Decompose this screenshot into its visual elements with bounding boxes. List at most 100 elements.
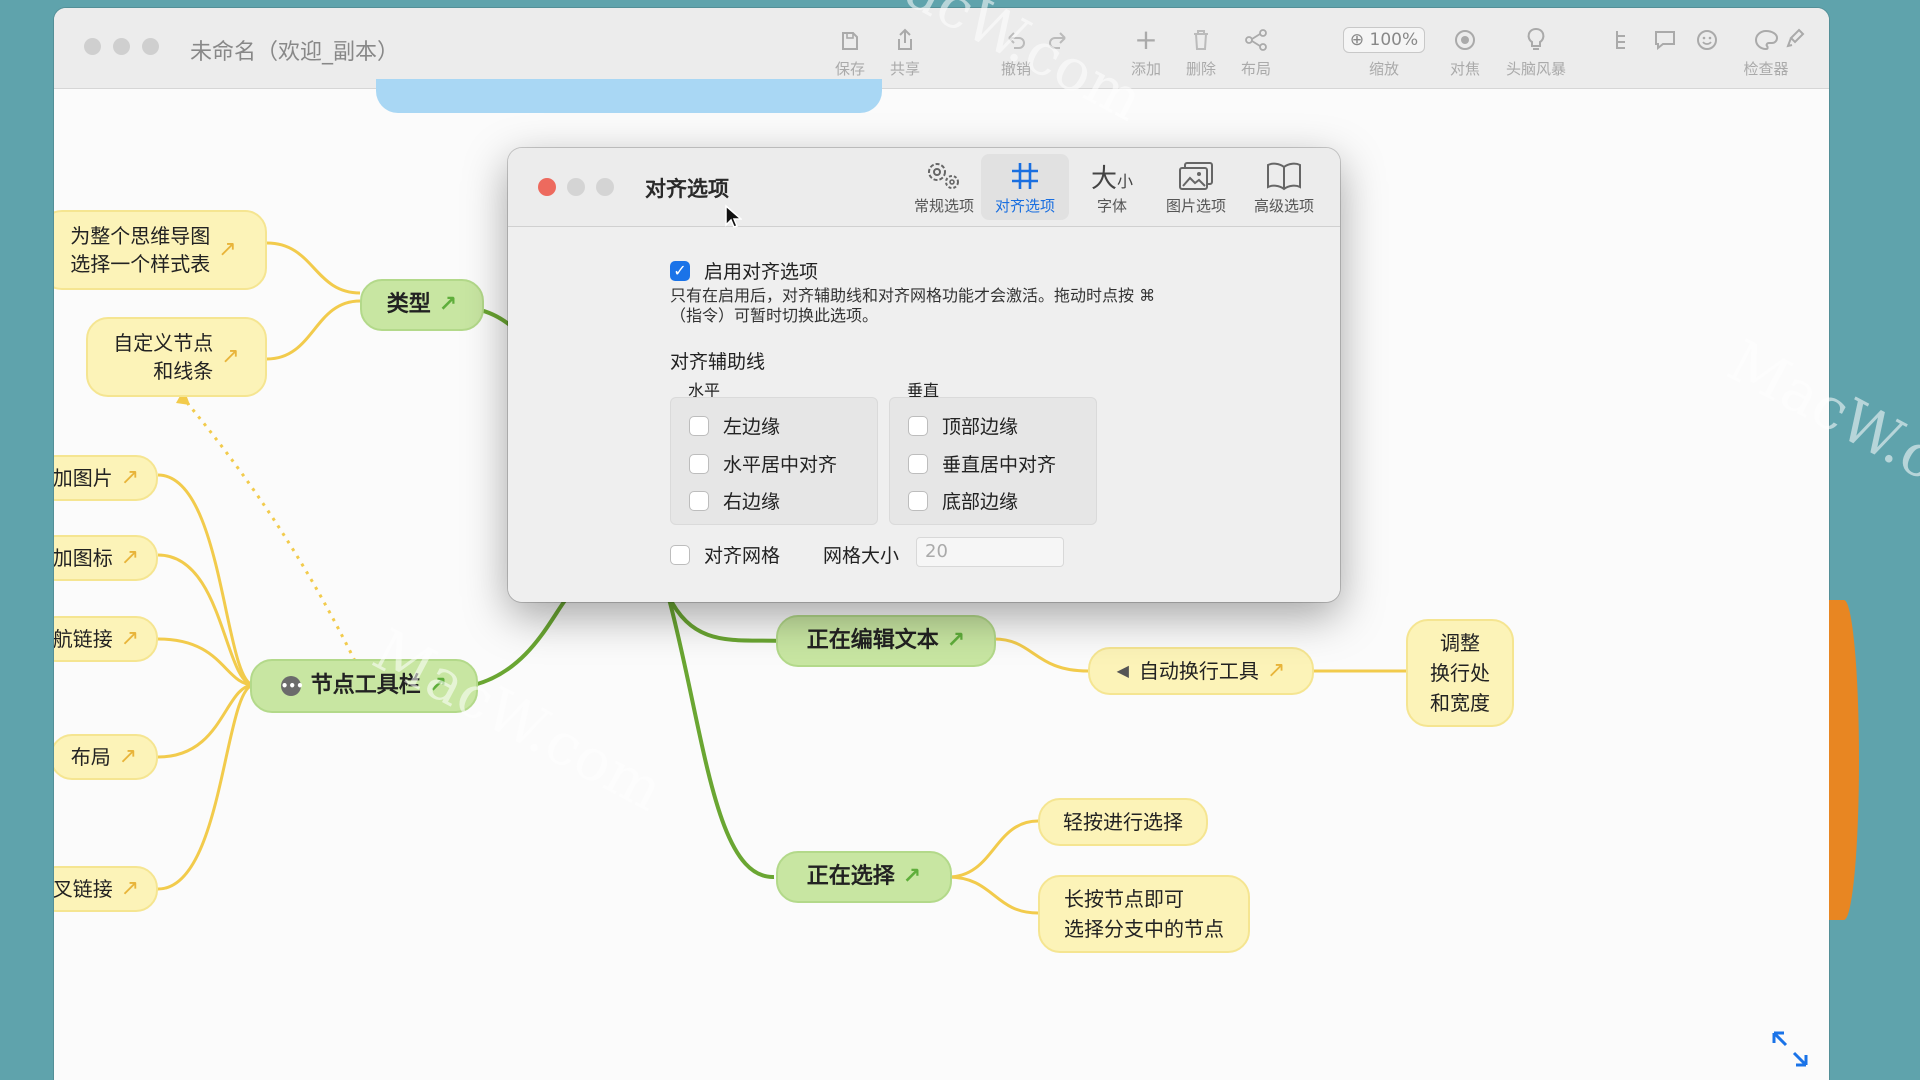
horizontal-guides-group: 左边缘 水平居中对齐 右边缘: [670, 397, 878, 525]
node-type[interactable]: 类型 ↗: [360, 279, 484, 331]
close-window-button[interactable]: [84, 38, 101, 55]
zoom-window-button[interactable]: [142, 38, 159, 55]
add-button[interactable]: + 添加: [1118, 26, 1174, 79]
external-link-icon[interactable]: ↗: [221, 343, 239, 371]
grid-size-label: 网格大小: [823, 545, 900, 567]
format-button[interactable]: [1780, 26, 1810, 54]
guides-section-title: 对齐辅助线: [670, 351, 766, 373]
smiley-icon: [1692, 26, 1722, 54]
delete-button[interactable]: 删除: [1173, 26, 1229, 79]
grid-size-input[interactable]: 20: [916, 537, 1064, 567]
zoom-in-icon: ⊕: [1349, 30, 1365, 50]
tab-image[interactable]: 图片选项: [1152, 154, 1240, 220]
title-bar: 未命名（欢迎_副本） 保存 共享 撤销 + 添加 删除 布局 ⊕ 100% 缩放…: [54, 8, 1829, 89]
share-icon: [877, 26, 933, 54]
external-link-icon[interactable]: ↗: [218, 236, 236, 264]
brush-icon: [1780, 26, 1810, 54]
undo-icon: [996, 26, 1036, 54]
node-layout[interactable]: 布局 ↗: [54, 734, 158, 780]
brainstorm-button[interactable]: 头脑风暴: [1500, 26, 1572, 79]
emoji-button[interactable]: [1692, 26, 1722, 54]
dialog-body: ✓ 启用对齐选项 只有在启用后，对齐辅助线和对齐网格功能才会激活。拖动时点按 ⌘…: [508, 227, 1340, 602]
option-vertical-center[interactable]: 垂直居中对齐: [908, 450, 1056, 477]
external-link-icon[interactable]: ↗: [903, 862, 921, 892]
comment-button[interactable]: [1650, 26, 1680, 54]
node-selecting[interactable]: 正在选择 ↗: [776, 851, 952, 903]
node-style-whole-map[interactable]: 为整个思维导图 选择一个样式表 ↗: [54, 210, 267, 290]
save-icon: [822, 26, 878, 54]
external-link-icon[interactable]: ↗: [121, 543, 139, 573]
document-title: 未命名（欢迎_副本）: [190, 40, 400, 65]
image-icon: [1152, 158, 1240, 194]
align-options-dialog: 对齐选项 常规选项 对齐选项 大小 字体 图片选项 高级选项 ✓ 启用对齐选项 …: [508, 148, 1340, 602]
option-top-edge[interactable]: 顶部边缘: [908, 412, 1018, 439]
vertical-center-checkbox[interactable]: [908, 453, 928, 474]
font-size-icon: 大小: [1090, 163, 1134, 194]
gear-icon: [900, 158, 988, 194]
outline-button[interactable]: [1606, 26, 1636, 54]
trash-icon: [1173, 26, 1229, 54]
enable-align-checkbox[interactable]: ✓: [670, 260, 690, 281]
tab-font[interactable]: 大小 字体: [1068, 154, 1156, 220]
expand-icon[interactable]: [1770, 1029, 1810, 1073]
option-snap-grid[interactable]: 对齐网格: [670, 541, 780, 568]
node-nav-link[interactable]: 航链接 ↗: [54, 616, 158, 662]
dialog-header: 对齐选项 常规选项 对齐选项 大小 字体 图片选项 高级选项: [508, 148, 1340, 227]
background-orange-object: [1829, 600, 1859, 920]
external-link-icon[interactable]: ↗: [121, 874, 139, 904]
dialog-zoom-button[interactable]: [596, 178, 614, 196]
option-right-edge[interactable]: 右边缘: [689, 487, 780, 514]
option-bottom-edge[interactable]: 底部边缘: [908, 487, 1018, 514]
lightbulb-icon: [1500, 26, 1572, 54]
zoom-value[interactable]: ⊕ 100%: [1342, 27, 1426, 53]
snap-grid-checkbox[interactable]: [670, 544, 690, 565]
tab-advanced[interactable]: 高级选项: [1240, 154, 1328, 220]
mouse-cursor: [724, 204, 744, 234]
node-node-toolbar[interactable]: ••• 节点工具栏 ↗: [250, 659, 478, 713]
dialog-close-button[interactable]: [538, 178, 556, 196]
node-tap-select[interactable]: 轻按进行选择: [1038, 798, 1208, 846]
plus-icon: +: [1134, 23, 1158, 56]
book-icon: [1240, 158, 1328, 194]
dialog-minimize-button[interactable]: [567, 178, 585, 196]
option-left-edge[interactable]: 左边缘: [689, 412, 780, 439]
more-dots-icon: •••: [280, 676, 304, 696]
undo-button[interactable]: 撤销: [996, 26, 1036, 79]
grid-hash-icon: [981, 158, 1069, 194]
save-button[interactable]: 保存: [822, 26, 878, 79]
tab-general[interactable]: 常规选项: [900, 154, 988, 220]
bottom-edge-checkbox[interactable]: [908, 490, 928, 511]
tab-alignment[interactable]: 对齐选项: [981, 154, 1069, 220]
node-add-image[interactable]: 加图片 ↗: [54, 455, 158, 501]
node-adjust-wrap-width[interactable]: 调整 换行处 和宽度: [1406, 619, 1514, 727]
share-button[interactable]: 共享: [877, 26, 933, 79]
external-link-icon[interactable]: ↗: [429, 671, 447, 701]
layout-button[interactable]: 布局: [1228, 26, 1284, 79]
tag-icon: ◀: [1116, 661, 1129, 680]
target-icon: [1437, 26, 1493, 54]
external-link-icon[interactable]: ↗: [1267, 656, 1285, 686]
external-link-icon[interactable]: ↗: [439, 290, 457, 320]
redo-button[interactable]: [1038, 26, 1078, 54]
external-link-icon[interactable]: ↗: [947, 626, 965, 656]
external-link-icon[interactable]: ↗: [121, 624, 139, 654]
external-link-icon[interactable]: ↗: [121, 463, 139, 493]
node-editing-text[interactable]: 正在编辑文本 ↗: [776, 615, 996, 667]
minimize-window-button[interactable]: [113, 38, 130, 55]
right-edge-checkbox[interactable]: [689, 490, 709, 511]
zoom-control[interactable]: ⊕ 100% 缩放: [1334, 26, 1434, 79]
vertical-guides-group: 顶部边缘 垂直居中对齐 底部边缘: [889, 397, 1097, 525]
node-long-press-select[interactable]: 长按节点即可 选择分支中的节点: [1038, 875, 1250, 953]
focus-button[interactable]: 对焦: [1437, 26, 1493, 79]
node-cross-link[interactable]: 叉链接 ↗: [54, 866, 158, 912]
external-link-icon[interactable]: ↗: [119, 742, 137, 772]
top-edge-checkbox[interactable]: [908, 415, 928, 436]
left-edge-checkbox[interactable]: [689, 415, 709, 436]
node-auto-wrap[interactable]: ◀ 自动换行工具 ↗: [1088, 647, 1314, 695]
horizontal-center-checkbox[interactable]: [689, 453, 709, 474]
node-custom-nodes-lines[interactable]: 自定义节点 和线条 ↗: [86, 317, 267, 397]
option-horizontal-center[interactable]: 水平居中对齐: [689, 450, 837, 477]
redo-icon: [1038, 26, 1078, 54]
node-add-icon[interactable]: 加图标 ↗: [54, 535, 158, 581]
enable-align-option[interactable]: ✓ 启用对齐选项: [670, 257, 818, 284]
